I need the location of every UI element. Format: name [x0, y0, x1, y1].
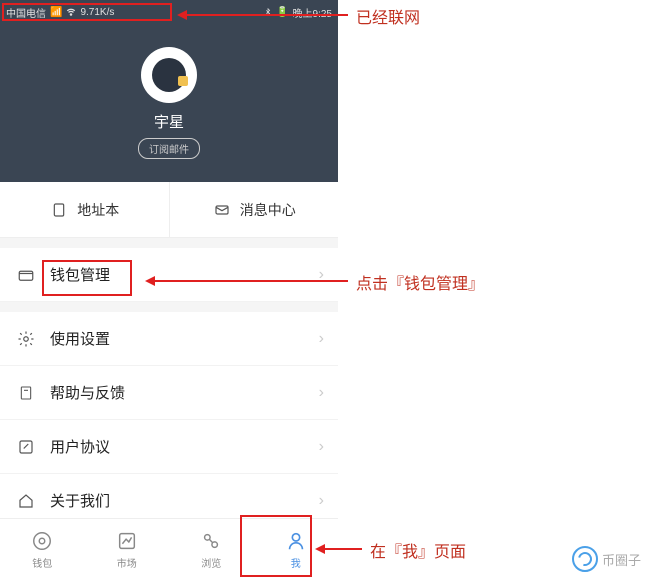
home-icon: [16, 491, 36, 511]
annotation-connected: 已经联网: [356, 4, 420, 28]
arrow-annotation: [148, 280, 348, 282]
chevron-right-icon: ›: [319, 330, 324, 348]
nav-wallet-label: 钱包: [32, 555, 52, 570]
arrow-annotation: [180, 14, 348, 16]
nav-browse-label: 浏览: [201, 555, 221, 570]
net-speed: 9.71K/s: [80, 7, 114, 18]
wallet-manage-item[interactable]: 钱包管理 ›: [0, 248, 338, 302]
chevron-right-icon: ›: [319, 384, 324, 402]
wifi-icon: [66, 7, 76, 17]
wallet-manage-label: 钱包管理: [50, 264, 110, 285]
arrow-annotation: [318, 548, 362, 550]
subscribe-button[interactable]: 订阅邮件: [138, 138, 200, 159]
wallet-tab-icon: [30, 529, 54, 553]
user-agreement-item[interactable]: 用户协议 ›: [0, 420, 338, 474]
wallet-icon: [16, 265, 36, 285]
message-center-button[interactable]: 消息中心: [169, 182, 339, 237]
nav-market[interactable]: 市场: [85, 519, 170, 580]
chevron-right-icon: ›: [319, 438, 324, 456]
about-us-label: 关于我们: [50, 490, 110, 511]
address-book-button[interactable]: 地址本: [0, 182, 169, 237]
mail-icon: [212, 200, 232, 220]
browse-tab-icon: [199, 529, 223, 553]
market-tab-icon: [115, 529, 139, 553]
signal-icon: 📶: [50, 7, 62, 18]
settings-item[interactable]: 使用设置 ›: [0, 312, 338, 366]
settings-label: 使用设置: [50, 328, 110, 349]
watermark: 币圈子: [572, 546, 641, 572]
username-label: 宇星: [154, 111, 184, 132]
user-agreement-label: 用户协议: [50, 436, 110, 457]
nav-market-label: 市场: [117, 555, 137, 570]
clock-label: 晚上9:25: [293, 5, 332, 20]
doc-icon: [16, 383, 36, 403]
bookmark-icon: [49, 200, 69, 220]
nav-wallet[interactable]: 钱包: [0, 519, 85, 580]
edit-icon: [16, 437, 36, 457]
annotation-click-wallet: 点击『钱包管理』: [356, 270, 484, 294]
help-feedback-item[interactable]: 帮助与反馈 ›: [0, 366, 338, 420]
watermark-logo-icon: [572, 546, 598, 572]
avatar[interactable]: [141, 47, 197, 103]
status-bar: 中国电信 📶 9.71K/s 🔋 晚上9:25: [0, 0, 338, 24]
help-feedback-label: 帮助与反馈: [50, 382, 125, 403]
nav-browse[interactable]: 浏览: [169, 519, 254, 580]
bottom-nav: 钱包 市场 浏览 我: [0, 518, 338, 580]
chevron-right-icon: ›: [319, 492, 324, 510]
gear-icon: [16, 329, 36, 349]
carrier-label: 中国电信: [6, 5, 46, 20]
message-center-label: 消息中心: [240, 200, 296, 220]
address-book-label: 地址本: [77, 200, 119, 220]
quick-actions-row: 地址本 消息中心: [0, 182, 338, 238]
person-tab-icon: [284, 529, 308, 553]
profile-header: 宇星 订阅邮件: [0, 24, 338, 182]
nav-me-label: 我: [291, 555, 301, 570]
annotation-me-page: 在『我』页面: [370, 538, 466, 562]
watermark-label: 币圈子: [602, 550, 641, 569]
